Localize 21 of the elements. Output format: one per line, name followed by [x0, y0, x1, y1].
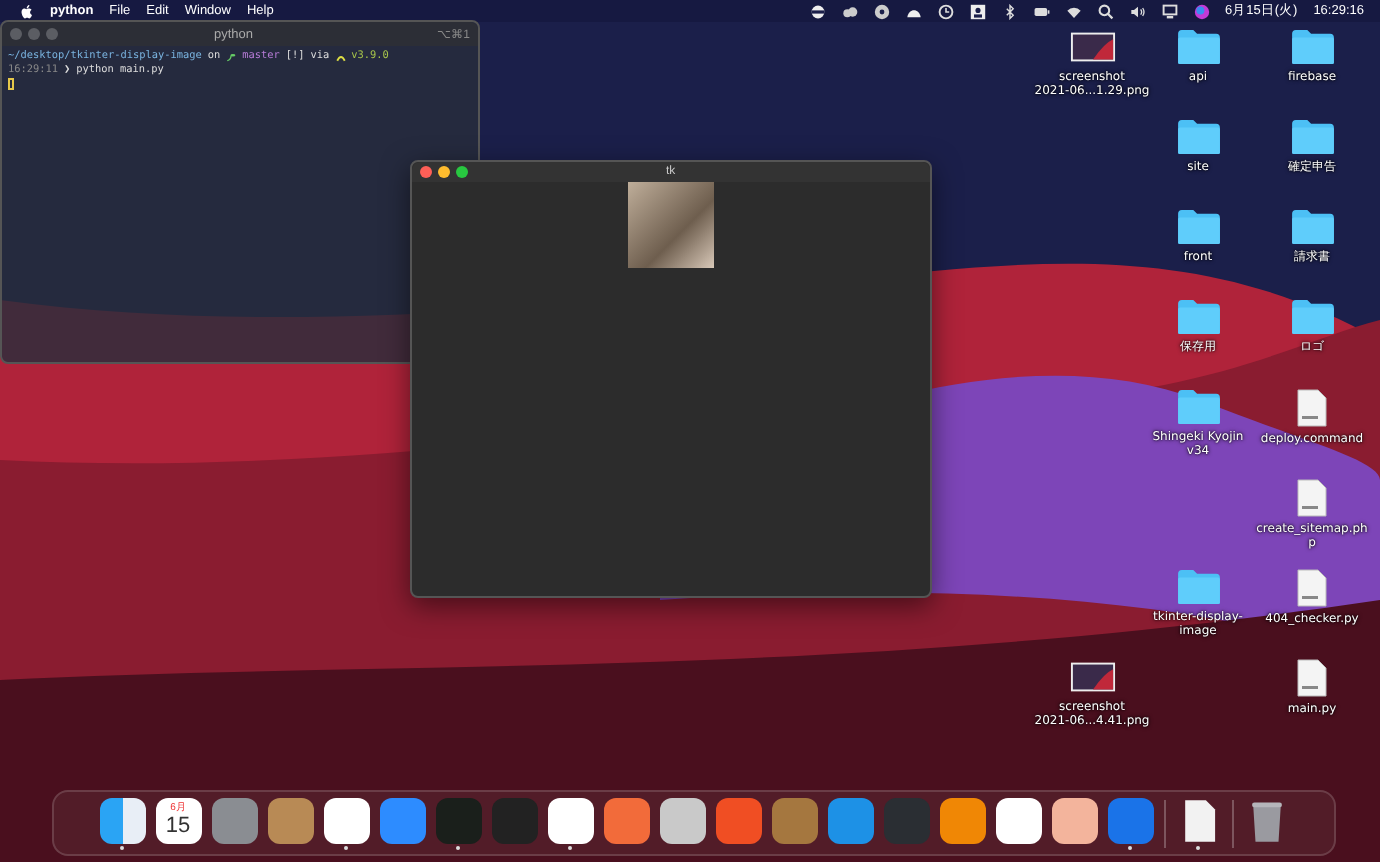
snake-icon — [335, 52, 346, 62]
display-icon[interactable] — [1161, 3, 1177, 19]
status-icon[interactable] — [809, 3, 825, 19]
apple-logo-icon[interactable] — [20, 3, 34, 19]
bluetooth-icon[interactable] — [1001, 3, 1017, 19]
document-icon[interactable] — [1296, 658, 1328, 698]
zoom-button[interactable] — [456, 166, 468, 178]
search-icon[interactable] — [1097, 3, 1113, 19]
minimize-button[interactable] — [438, 166, 450, 178]
text-cursor — [8, 78, 14, 90]
speaker-icon[interactable] — [1129, 3, 1145, 19]
cloud-icon[interactable] — [841, 3, 857, 19]
sprout-icon — [226, 52, 237, 62]
close-button[interactable] — [420, 166, 432, 178]
clock-icon[interactable] — [937, 3, 953, 19]
battery-icon[interactable] — [1033, 3, 1049, 19]
siri-icon[interactable] — [1193, 3, 1209, 19]
document-icon[interactable] — [1296, 388, 1328, 428]
photo-placeholder — [628, 182, 714, 268]
disc-icon[interactable] — [873, 3, 889, 19]
wifi-icon[interactable] — [1065, 3, 1081, 19]
